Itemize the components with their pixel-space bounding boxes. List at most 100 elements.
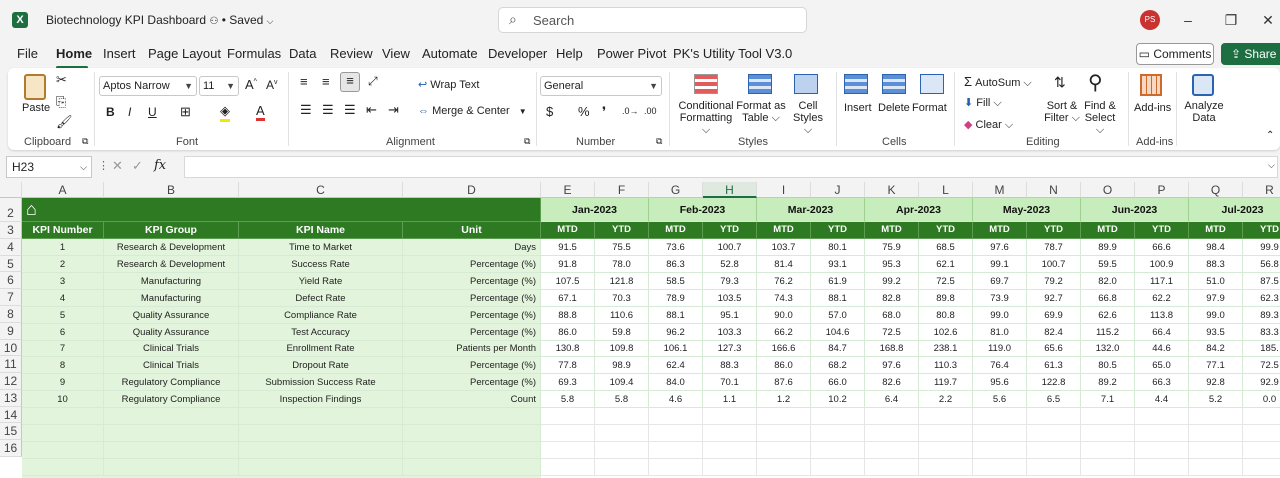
ytd-value-cell[interactable]: 6.5 [1027,391,1081,409]
column-header-N[interactable]: N [1027,182,1081,198]
mtd-value-cell[interactable]: 86.0 [757,357,811,375]
empty-cell[interactable] [919,424,973,442]
column-header-H[interactable]: H [703,182,757,198]
empty-cell[interactable] [595,408,649,425]
avatar[interactable]: PS [1140,10,1160,30]
menu-help[interactable]: Help [556,46,583,61]
mtd-value-cell[interactable]: 80.5 [1081,357,1135,375]
ytd-value-cell[interactable]: 98.9 [595,357,649,375]
kpi-group-cell[interactable]: Quality Assurance [104,306,239,324]
select-all-corner[interactable] [0,182,22,198]
mtd-value-cell[interactable]: 92.8 [1189,374,1243,392]
dialog-launcher-icon[interactable]: ⧉ [524,136,530,147]
column-header-L[interactable]: L [919,182,973,198]
ytd-value-cell[interactable]: 122.8 [1027,374,1081,392]
insert-cells-button[interactable]: Insert [844,102,872,114]
ytd-value-cell[interactable]: 79.2 [1027,272,1081,290]
wrap-text-button[interactable]: ↩ Wrap Text [418,78,479,91]
mtd-value-cell[interactable]: 1.2 [757,391,811,409]
font-color-icon[interactable]: A [256,103,265,121]
empty-table-cell[interactable] [104,441,239,459]
kpi-name-cell[interactable]: Success Rate [239,255,403,273]
mtd-value-cell[interactable]: 4.6 [649,391,703,409]
mtd-value-cell[interactable]: 59.5 [1081,255,1135,273]
format-cells-icon[interactable] [920,74,944,94]
mtd-value-cell[interactable]: 82.0 [1081,272,1135,290]
kpi-number-cell[interactable]: 8 [22,357,104,375]
menu-data[interactable]: Data [289,46,316,61]
ytd-value-cell[interactable]: 79.3 [703,272,757,290]
ytd-value-cell[interactable]: 87.5 [1243,273,1280,290]
more-options-icon[interactable]: ⋮ [98,159,109,172]
ytd-value-cell[interactable]: 121.8 [595,272,649,290]
kpi-group-cell[interactable]: Regulatory Compliance [104,391,239,409]
empty-table-cell[interactable] [403,458,541,476]
empty-table-cell[interactable] [104,424,239,442]
empty-cell[interactable] [865,441,919,459]
mtd-value-cell[interactable]: 84.2 [1189,340,1243,358]
paste-icon[interactable] [24,74,46,100]
ytd-value-cell[interactable]: 88.1 [811,289,865,307]
mtd-value-cell[interactable]: 119.0 [973,340,1027,358]
ytd-value-cell[interactable]: 99.9 [1243,239,1280,256]
empty-cell[interactable] [1189,408,1243,425]
find-select-button[interactable]: Find & Select ⌵ [1082,100,1118,137]
empty-cell[interactable] [811,408,865,425]
ytd-value-cell[interactable]: 66.0 [811,374,865,392]
ytd-value-cell[interactable]: 2.2 [919,391,973,409]
find-select-icon[interactable]: ⚲ [1088,70,1103,95]
copy-icon[interactable]: ⎘ [56,94,66,110]
mtd-value-cell[interactable]: 88.8 [541,306,595,324]
ytd-value-cell[interactable]: 1.1 [703,391,757,409]
empty-cell[interactable] [595,458,649,476]
ytd-value-cell[interactable]: 70.1 [703,374,757,392]
kpi-unit-cell[interactable]: Percentage (%) [403,374,541,392]
empty-cell[interactable] [703,441,757,459]
column-header-B[interactable]: B [104,182,239,198]
mtd-value-cell[interactable]: 87.6 [757,374,811,392]
menu-utility-tool[interactable]: PK's Utility Tool V3.0 [673,46,792,61]
ytd-value-cell[interactable]: 78.0 [595,255,649,273]
sort-filter-button[interactable]: Sort & Filter ⌵ [1044,100,1080,125]
empty-cell[interactable] [1135,441,1189,459]
mtd-value-cell[interactable]: 7.1 [1081,391,1135,409]
kpi-number-cell[interactable]: 3 [22,272,104,290]
column-header-P[interactable]: P [1135,182,1189,198]
ytd-value-cell[interactable]: 119.7 [919,374,973,392]
mtd-value-cell[interactable]: 76.4 [973,357,1027,375]
mtd-value-cell[interactable]: 73.9 [973,289,1027,307]
empty-cell[interactable] [1027,424,1081,442]
mtd-value-cell[interactable]: 78.9 [649,289,703,307]
ytd-value-cell[interactable]: 84.7 [811,340,865,358]
spreadsheet-grid[interactable]: ABCDEFGHIJKLMNOPQR 123456789101112131415… [0,182,1280,478]
kpi-number-cell[interactable]: 9 [22,374,104,392]
ytd-value-cell[interactable]: 52.8 [703,255,757,273]
mtd-value-cell[interactable]: 96.2 [649,323,703,341]
mtd-value-cell[interactable]: 66.2 [757,323,811,341]
row-header-13[interactable]: 13 [0,390,22,407]
mtd-value-cell[interactable]: 115.2 [1081,323,1135,341]
collapse-ribbon-icon[interactable]: ⌃ [1266,130,1274,141]
ytd-value-cell[interactable]: 70.3 [595,289,649,307]
mtd-value-cell[interactable]: 91.5 [541,239,595,256]
empty-cell[interactable] [595,424,649,442]
ytd-value-cell[interactable]: 80.1 [811,239,865,256]
kpi-name-cell[interactable]: Enrollment Rate [239,340,403,358]
empty-cell[interactable] [541,408,595,425]
column-header-M[interactable]: M [973,182,1027,198]
analyze-data-icon[interactable] [1192,74,1214,96]
empty-cell[interactable] [757,424,811,442]
kpi-group-cell[interactable]: Clinical Trials [104,340,239,358]
empty-cell[interactable] [811,424,865,442]
mtd-value-cell[interactable]: 69.3 [541,374,595,392]
column-header-C[interactable]: C [239,182,403,198]
kpi-name-cell[interactable]: Compliance Rate [239,306,403,324]
row-header-2[interactable]: 2 [0,205,22,222]
kpi-name-cell[interactable]: Test Accuracy [239,323,403,341]
conditional-formatting-button[interactable]: Conditional Formatting ⌵ [678,100,734,137]
menu-review[interactable]: Review [330,46,373,61]
restore-icon[interactable]: ❐ [1221,10,1241,30]
mtd-value-cell[interactable]: 103.7 [757,239,811,256]
kpi-name-cell[interactable]: Yield Rate [239,272,403,290]
empty-cell[interactable] [757,441,811,459]
